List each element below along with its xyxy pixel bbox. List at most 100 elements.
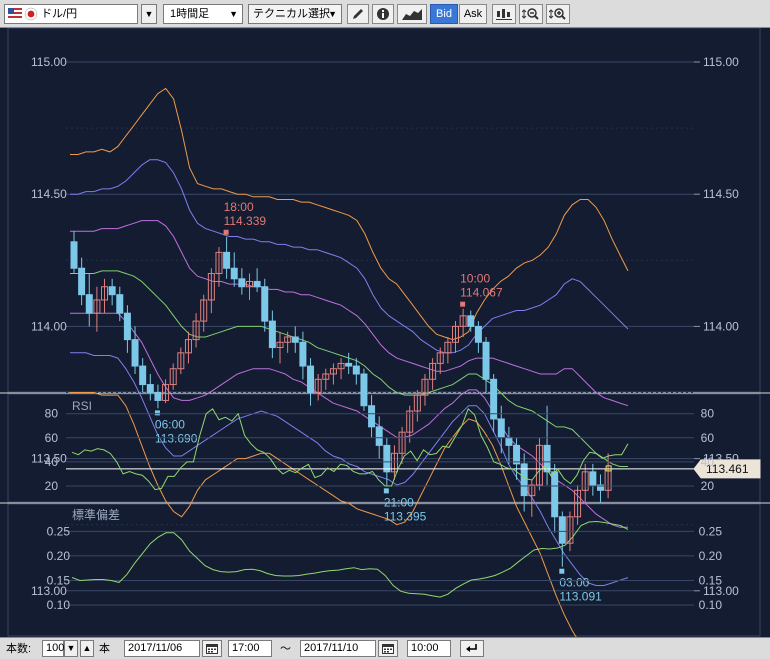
stddev-tick-left: 0.20 bbox=[47, 549, 71, 563]
extreme-marker bbox=[383, 488, 389, 494]
bar-unit-label: 本 bbox=[99, 643, 110, 655]
rsi-tick-left: 40 bbox=[45, 455, 59, 469]
timeframe-label: 1時間足 bbox=[170, 8, 210, 20]
candle-body bbox=[497, 418, 505, 438]
bar-count-dropdown-icon[interactable]: ▼ bbox=[64, 640, 78, 657]
timeframe-select[interactable]: 1時間足 ▼ bbox=[163, 4, 243, 24]
pencil-icon bbox=[353, 9, 363, 19]
area-chart-icon bbox=[402, 9, 422, 20]
chart-type-button[interactable] bbox=[397, 4, 427, 24]
bottom-bar: 本数: 100 ▼ ▲ 本 2017/11/06 17:00 ～ 2017/11… bbox=[0, 637, 770, 659]
draw-tool-button[interactable] bbox=[347, 4, 369, 24]
y-tick-label-left: 115.00 bbox=[31, 55, 67, 69]
technical-label: テクニカル選択 bbox=[253, 8, 330, 20]
ask-button[interactable]: Ask bbox=[459, 4, 487, 24]
toolbar: ドル/円 ▼ 1時間足 ▼ テクニカル選択 ▼ Bid Ask bbox=[0, 0, 770, 28]
candle-body bbox=[589, 471, 597, 486]
y-tick-label-right: 115.00 bbox=[703, 55, 739, 69]
info-button[interactable] bbox=[372, 4, 394, 24]
candle-body bbox=[345, 362, 353, 367]
annotation-time: 10:00 bbox=[460, 272, 490, 286]
zoom-out-icon bbox=[521, 8, 539, 20]
stddev-tick-right: 0.15 bbox=[699, 573, 723, 587]
candle-body bbox=[253, 280, 261, 288]
candle-body bbox=[474, 325, 482, 343]
candle-body bbox=[360, 373, 368, 407]
end-date-input[interactable]: 2017/11/10 bbox=[300, 640, 376, 657]
candle-body bbox=[490, 378, 498, 420]
zoom-out-button[interactable] bbox=[519, 4, 543, 24]
rsi-tick-right: 80 bbox=[701, 407, 715, 421]
zoom-in-icon bbox=[548, 8, 566, 20]
extreme-marker bbox=[154, 410, 160, 416]
rsi-tick-left: 20 bbox=[45, 479, 59, 493]
candle-body bbox=[131, 339, 139, 367]
rsi-tick-right: 60 bbox=[701, 431, 715, 445]
candle-settings-button[interactable] bbox=[492, 4, 516, 24]
end-time-input[interactable]: 10:00 bbox=[407, 640, 451, 657]
candle-body bbox=[139, 365, 147, 386]
apply-range-button[interactable] bbox=[460, 640, 484, 657]
annotation-time: 03:00 bbox=[559, 576, 589, 590]
candle-body bbox=[146, 384, 154, 393]
candle-body bbox=[467, 315, 475, 327]
candle-body bbox=[505, 436, 513, 446]
technical-chevron-down-icon: ▼ bbox=[328, 9, 337, 19]
zoom-in-button[interactable] bbox=[546, 4, 570, 24]
stddev-tick-left: 0.15 bbox=[47, 573, 71, 587]
return-arrow-icon bbox=[466, 644, 477, 652]
calendar-icon bbox=[206, 644, 218, 654]
rsi-tick-right: 40 bbox=[701, 455, 715, 469]
candle-body bbox=[291, 336, 299, 343]
candle-body bbox=[261, 286, 269, 322]
candle-body bbox=[543, 444, 551, 473]
candle-body bbox=[368, 405, 376, 428]
stddev-label: 標準偏差 bbox=[72, 507, 120, 522]
annotation-time: 18:00 bbox=[224, 200, 254, 214]
start-date-input[interactable]: 2017/11/06 bbox=[124, 640, 200, 657]
rsi-tick-right: 20 bbox=[701, 479, 715, 493]
extreme-marker bbox=[223, 229, 229, 235]
start-calendar-button[interactable] bbox=[202, 640, 222, 657]
stddev-tick-left: 0.10 bbox=[47, 598, 71, 612]
ask-label: Ask bbox=[463, 8, 483, 20]
candle-body bbox=[307, 365, 315, 393]
chart-area[interactable]: 115.00 115.00 114.50 114.50 114.00 114.00 113.… bbox=[0, 28, 770, 637]
rsi-tick-left: 60 bbox=[45, 431, 59, 445]
us-jp-flag-icon bbox=[8, 7, 38, 21]
start-time-input[interactable]: 17:00 bbox=[228, 640, 272, 657]
extreme-marker bbox=[559, 568, 565, 574]
candle-body bbox=[230, 267, 238, 280]
candle-body bbox=[123, 312, 131, 341]
extreme-marker bbox=[460, 301, 466, 307]
bar-count-label: 本数: bbox=[6, 643, 32, 655]
annotation-price: 114.339 bbox=[224, 214, 267, 228]
candle-body bbox=[116, 294, 124, 314]
annotation-time: 21:00 bbox=[384, 495, 414, 509]
chart-window: ドル/円 ▼ 1時間足 ▼ テクニカル選択 ▼ Bid Ask 115.00 1… bbox=[0, 0, 770, 659]
chart-svg[interactable]: 115.00 115.00 114.50 114.50 114.00 114.00 113.… bbox=[0, 28, 770, 637]
range-separator: ～ bbox=[280, 643, 291, 655]
currency-pair-select[interactable]: ドル/円 bbox=[4, 4, 138, 24]
calendar-icon bbox=[382, 644, 394, 654]
annotation-price: 114.067 bbox=[460, 286, 503, 300]
bar-count-up-icon[interactable]: ▲ bbox=[80, 640, 94, 657]
candle-body bbox=[154, 392, 162, 401]
end-calendar-button[interactable] bbox=[378, 640, 398, 657]
candle-body bbox=[299, 341, 307, 367]
currency-dropdown-arrow-icon[interactable]: ▼ bbox=[141, 4, 157, 24]
technical-select[interactable]: テクニカル選択 ▼ bbox=[248, 4, 342, 24]
stddev-tick-right: 0.20 bbox=[699, 549, 723, 563]
candle-body bbox=[223, 251, 231, 269]
annotation-time: 06:00 bbox=[155, 417, 185, 431]
y-tick-label-left: 114.50 bbox=[31, 187, 67, 201]
price-panel bbox=[7, 28, 761, 393]
timeframe-chevron-down-icon: ▼ bbox=[229, 9, 238, 19]
candle-body bbox=[482, 341, 490, 380]
bid-button[interactable]: Bid bbox=[430, 4, 458, 24]
bar-count-input[interactable]: 100 bbox=[42, 640, 64, 657]
rsi-label: RSI bbox=[72, 399, 92, 413]
y-tick-label-left: 114.00 bbox=[31, 319, 67, 333]
info-icon bbox=[377, 8, 389, 20]
y-tick-label-right: 114.50 bbox=[703, 187, 739, 201]
